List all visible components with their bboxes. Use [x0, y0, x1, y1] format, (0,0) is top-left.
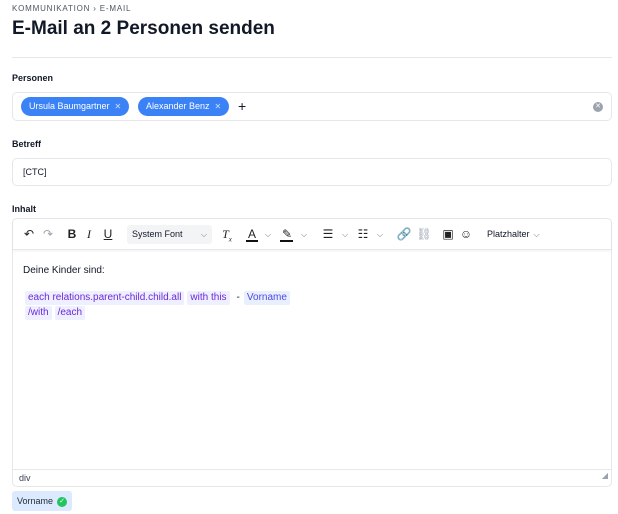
- highlight-color-swatch: [280, 240, 293, 242]
- template-token[interactable]: /with: [25, 306, 52, 320]
- editor-body-text[interactable]: Deine Kinder sind:: [23, 263, 105, 278]
- placeholder-menu[interactable]: Platzhalter ⌵: [487, 219, 540, 250]
- divider: [12, 57, 612, 58]
- person-chip[interactable]: Ursula Baumgartner ✕: [21, 97, 130, 116]
- add-person-button[interactable]: +: [238, 97, 246, 116]
- image-icon[interactable]: ▣: [440, 219, 456, 250]
- chevron-down-icon[interactable]: ⌵: [299, 219, 309, 250]
- editor-statusbar: div ◢: [13, 469, 611, 486]
- subject-label: Betreff: [12, 139, 42, 149]
- token-row: each relations.parent-child.child.all wit…: [25, 291, 293, 305]
- content-label: Inhalt: [12, 204, 36, 214]
- person-chip-label: Alexander Benz: [146, 101, 210, 111]
- clear-formatting-icon[interactable]: Tx: [219, 219, 235, 250]
- emoji-icon[interactable]: ☺: [458, 219, 474, 250]
- chevron-down-icon: ⌵: [200, 230, 207, 239]
- remove-chip-icon[interactable]: ✕: [215, 102, 222, 111]
- highlight-color-icon[interactable]: ✎: [279, 219, 295, 250]
- bullet-list-icon[interactable]: ☰: [320, 219, 336, 250]
- variable-chip[interactable]: Vorname ✓: [12, 491, 73, 511]
- subject-field-wrapper: [12, 158, 612, 186]
- numbered-list-icon[interactable]: ☷: [355, 219, 371, 250]
- placeholder-menu-label: Platzhalter: [487, 229, 530, 239]
- remove-chip-icon[interactable]: ✕: [115, 102, 122, 111]
- person-chip[interactable]: Alexander Benz ✕: [138, 97, 230, 116]
- link-icon[interactable]: 🔗: [396, 219, 412, 250]
- text-color-icon[interactable]: A: [245, 219, 259, 250]
- subject-input[interactable]: [13, 159, 611, 185]
- field-token[interactable]: Vorname: [243, 291, 290, 305]
- breadcrumb: KOMMUNIKATION › E-MAIL: [12, 4, 132, 13]
- undo-icon[interactable]: ↶: [21, 219, 37, 250]
- rich-text-editor: ↶ ↷ B I U System Font ⌵ Tx A ⌵ ✎ ⌵ ☰ ⌵ ☷ …: [12, 218, 612, 487]
- redo-icon[interactable]: ↷: [40, 219, 56, 250]
- check-icon: ✓: [57, 496, 68, 507]
- font-family-label: System Font: [132, 229, 183, 239]
- person-chip-label: Ursula Baumgartner: [29, 101, 110, 111]
- resize-handle-icon[interactable]: ◢: [602, 467, 608, 484]
- page-title: E-Mail an 2 Personen senden: [12, 18, 275, 39]
- chevron-down-icon: ⌵: [533, 230, 540, 239]
- editor-toolbar: ↶ ↷ B I U System Font ⌵ Tx A ⌵ ✎ ⌵ ☰ ⌵ ☷ …: [13, 219, 611, 250]
- unlink-icon[interactable]: ⛓: [416, 219, 432, 250]
- element-path[interactable]: div: [19, 473, 31, 483]
- font-family-select[interactable]: System Font ⌵: [127, 225, 212, 244]
- underline-icon[interactable]: U: [101, 219, 115, 250]
- italic-icon[interactable]: I: [83, 219, 95, 250]
- chevron-down-icon[interactable]: ⌵: [375, 219, 385, 250]
- persons-field[interactable]: Ursula Baumgartner ✕ Alexander Benz ✕ + ✕: [12, 92, 612, 121]
- chevron-down-icon[interactable]: ⌵: [340, 219, 350, 250]
- variable-chip-label: Vorname: [17, 496, 54, 506]
- persons-label: Personen: [12, 73, 54, 83]
- clear-icon[interactable]: ✕: [593, 102, 603, 112]
- token-row: /with/each: [25, 306, 88, 320]
- dash-text: -: [236, 292, 240, 303]
- template-token[interactable]: each relations.parent-child.child.all: [25, 291, 185, 305]
- text-color-swatch: [246, 240, 258, 242]
- template-token[interactable]: /each: [54, 306, 86, 320]
- chevron-down-icon[interactable]: ⌵: [263, 219, 273, 250]
- bold-icon[interactable]: B: [65, 219, 79, 250]
- template-token[interactable]: with this: [187, 291, 230, 305]
